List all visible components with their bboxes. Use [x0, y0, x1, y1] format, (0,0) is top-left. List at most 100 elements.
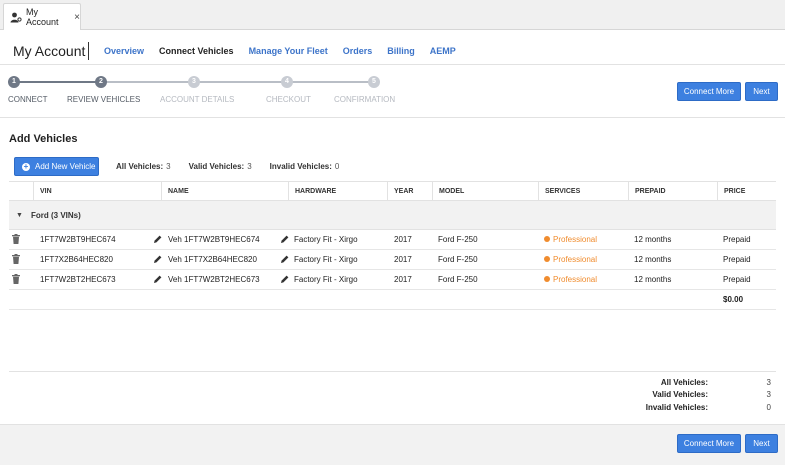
cell-hardware: Factory Fit - Xirgo	[294, 235, 358, 244]
next-button[interactable]: Next	[745, 82, 778, 101]
section-title: Add Vehicles	[9, 133, 78, 145]
invalid-vehicles-count: 0	[334, 162, 340, 171]
pencil-icon[interactable]	[154, 235, 162, 243]
cell-prepaid: 12 months	[634, 235, 672, 244]
step-1-label: CONNECT	[8, 95, 48, 104]
cell-price: Prepaid	[723, 255, 751, 264]
table-header: VIN NAME HARDWARE YEAR MODEL SERVICES PR…	[9, 181, 776, 202]
page-footer: Connect More Next	[0, 424, 785, 465]
column-header-model: MODEL	[432, 182, 464, 202]
column-header-year: YEAR	[387, 182, 413, 202]
step-3-dot: 3	[188, 76, 200, 88]
services-label: Professional	[553, 275, 598, 284]
cell-year: 2017	[394, 255, 412, 264]
tab-strip: My Account ×	[0, 0, 785, 30]
tab-my-account[interactable]: My Account ×	[3, 3, 81, 30]
add-new-vehicle-button[interactable]: + Add New Vehicle	[14, 157, 99, 176]
column-header-name: NAME	[161, 182, 189, 202]
cell-model: Ford F-250	[438, 255, 478, 264]
cell-year: 2017	[394, 235, 412, 244]
valid-vehicles-label: Valid Vehicles:	[188, 162, 245, 171]
tab-label: My Account	[26, 7, 59, 27]
cell-services: Professional	[544, 270, 597, 290]
user-gear-icon	[10, 12, 22, 23]
column-header-price: PRICE	[717, 182, 745, 202]
summary-valid-label: Valid Vehicles:	[652, 390, 708, 399]
cell-vin: 1FT7W2BT9HEC674	[40, 235, 116, 244]
status-dot-icon	[544, 275, 550, 282]
nav-billing[interactable]: Billing	[387, 46, 415, 56]
step-connector	[101, 81, 194, 83]
trash-icon[interactable]	[12, 234, 20, 244]
column-header-hardware: HARDWARE	[288, 182, 336, 202]
pencil-icon[interactable]	[281, 275, 289, 283]
step-5-label: CONFIRMATION	[334, 95, 396, 104]
trash-icon[interactable]	[12, 274, 20, 284]
step-2-dot: 2	[95, 76, 107, 88]
summary-all-count: 3	[766, 378, 771, 387]
cell-hardware: Factory Fit - Xirgo	[294, 255, 358, 264]
table-row: 1FT7W2BT2HEC673 Veh 1FT7W2BT2HEC673 Fact…	[9, 270, 776, 290]
cell-name: Veh 1FT7X2B64HEC820	[168, 255, 257, 264]
step-5-dot: 5	[368, 76, 380, 88]
pencil-icon[interactable]	[281, 235, 289, 243]
column-header-prepaid: PREPAID	[628, 182, 666, 202]
title-divider	[88, 42, 89, 60]
total-price: $0.00	[723, 295, 744, 304]
vehicle-counts: All Vehicles: 3 Valid Vehicles: 3 Invalid …	[116, 162, 339, 171]
services-label: Professional	[553, 235, 598, 244]
page-header: My Account Overview Connect Vehicles Man…	[0, 31, 785, 65]
vehicles-table: VIN NAME HARDWARE YEAR MODEL SERVICES PR…	[9, 181, 776, 310]
column-header-vin: VIN	[33, 182, 52, 202]
valid-vehicles-count: 3	[247, 162, 252, 171]
page-title: My Account	[13, 43, 86, 59]
all-vehicles-count: 3	[166, 162, 171, 171]
nav-connect-vehicles[interactable]: Connect Vehicles	[159, 46, 234, 56]
top-nav: Overview Connect Vehicles Manage Your Fl…	[104, 46, 456, 56]
connect-more-button[interactable]: Connect More	[677, 82, 741, 101]
footer-connect-more-button[interactable]: Connect More	[677, 434, 741, 453]
services-label: Professional	[553, 255, 598, 264]
cell-price: Prepaid	[723, 235, 751, 244]
column-header-services: SERVICES	[538, 182, 580, 202]
cell-prepaid: 12 months	[634, 275, 672, 284]
group-row-ford[interactable]: ▼ Ford (3 VINs)	[9, 201, 776, 230]
cell-name: Veh 1FT7W2BT2HEC673	[168, 275, 260, 284]
cell-services: Professional	[544, 250, 597, 270]
step-connector	[287, 81, 374, 83]
step-connector	[194, 81, 287, 83]
close-icon[interactable]: ×	[74, 12, 80, 23]
trash-icon[interactable]	[12, 254, 20, 264]
cell-year: 2017	[394, 275, 412, 284]
summary-all-label: All Vehicles:	[660, 378, 708, 387]
cell-name: Veh 1FT7W2BT9HEC674	[168, 235, 260, 244]
nav-overview[interactable]: Overview	[104, 46, 144, 56]
add-new-vehicle-label: Add New Vehicle	[35, 162, 96, 171]
step-2-label: REVIEW VEHICLES	[67, 95, 141, 104]
nav-orders[interactable]: Orders	[343, 46, 373, 56]
table-total-row: $0.00	[9, 290, 776, 310]
nav-aemp[interactable]: AEMP	[430, 46, 456, 56]
all-vehicles-label: All Vehicles:	[116, 162, 164, 171]
nav-manage-your-fleet[interactable]: Manage Your Fleet	[249, 46, 328, 56]
cell-price: Prepaid	[723, 275, 751, 284]
step-connector	[14, 81, 101, 83]
step-1-dot: 1	[8, 76, 20, 88]
plus-icon: +	[22, 161, 30, 171]
pencil-icon[interactable]	[154, 275, 162, 283]
step-4-label: CHECKOUT	[266, 95, 311, 104]
footer-next-button[interactable]: Next	[745, 434, 778, 453]
summary-invalid-count: 0	[766, 403, 771, 412]
status-dot-icon	[544, 235, 550, 242]
group-label: Ford (3 VINs)	[31, 211, 81, 220]
progress-stepper: 1 2 3 4 5 CONNECT REVIEW VEHICLES ACCOUN…	[0, 66, 785, 118]
summary-valid-count: 3	[766, 390, 771, 399]
cell-model: Ford F-250	[438, 235, 478, 244]
pencil-icon[interactable]	[281, 255, 289, 263]
pencil-icon[interactable]	[154, 255, 162, 263]
invalid-vehicles-label: Invalid Vehicles:	[269, 162, 332, 171]
step-3-label: ACCOUNT DETAILS	[160, 95, 235, 104]
caret-down-icon[interactable]: ▼	[16, 212, 23, 219]
table-row: 1FT7X2B64HEC820 Veh 1FT7X2B64HEC820 Fact…	[9, 250, 776, 270]
cell-vin: 1FT7X2B64HEC820	[40, 255, 113, 264]
